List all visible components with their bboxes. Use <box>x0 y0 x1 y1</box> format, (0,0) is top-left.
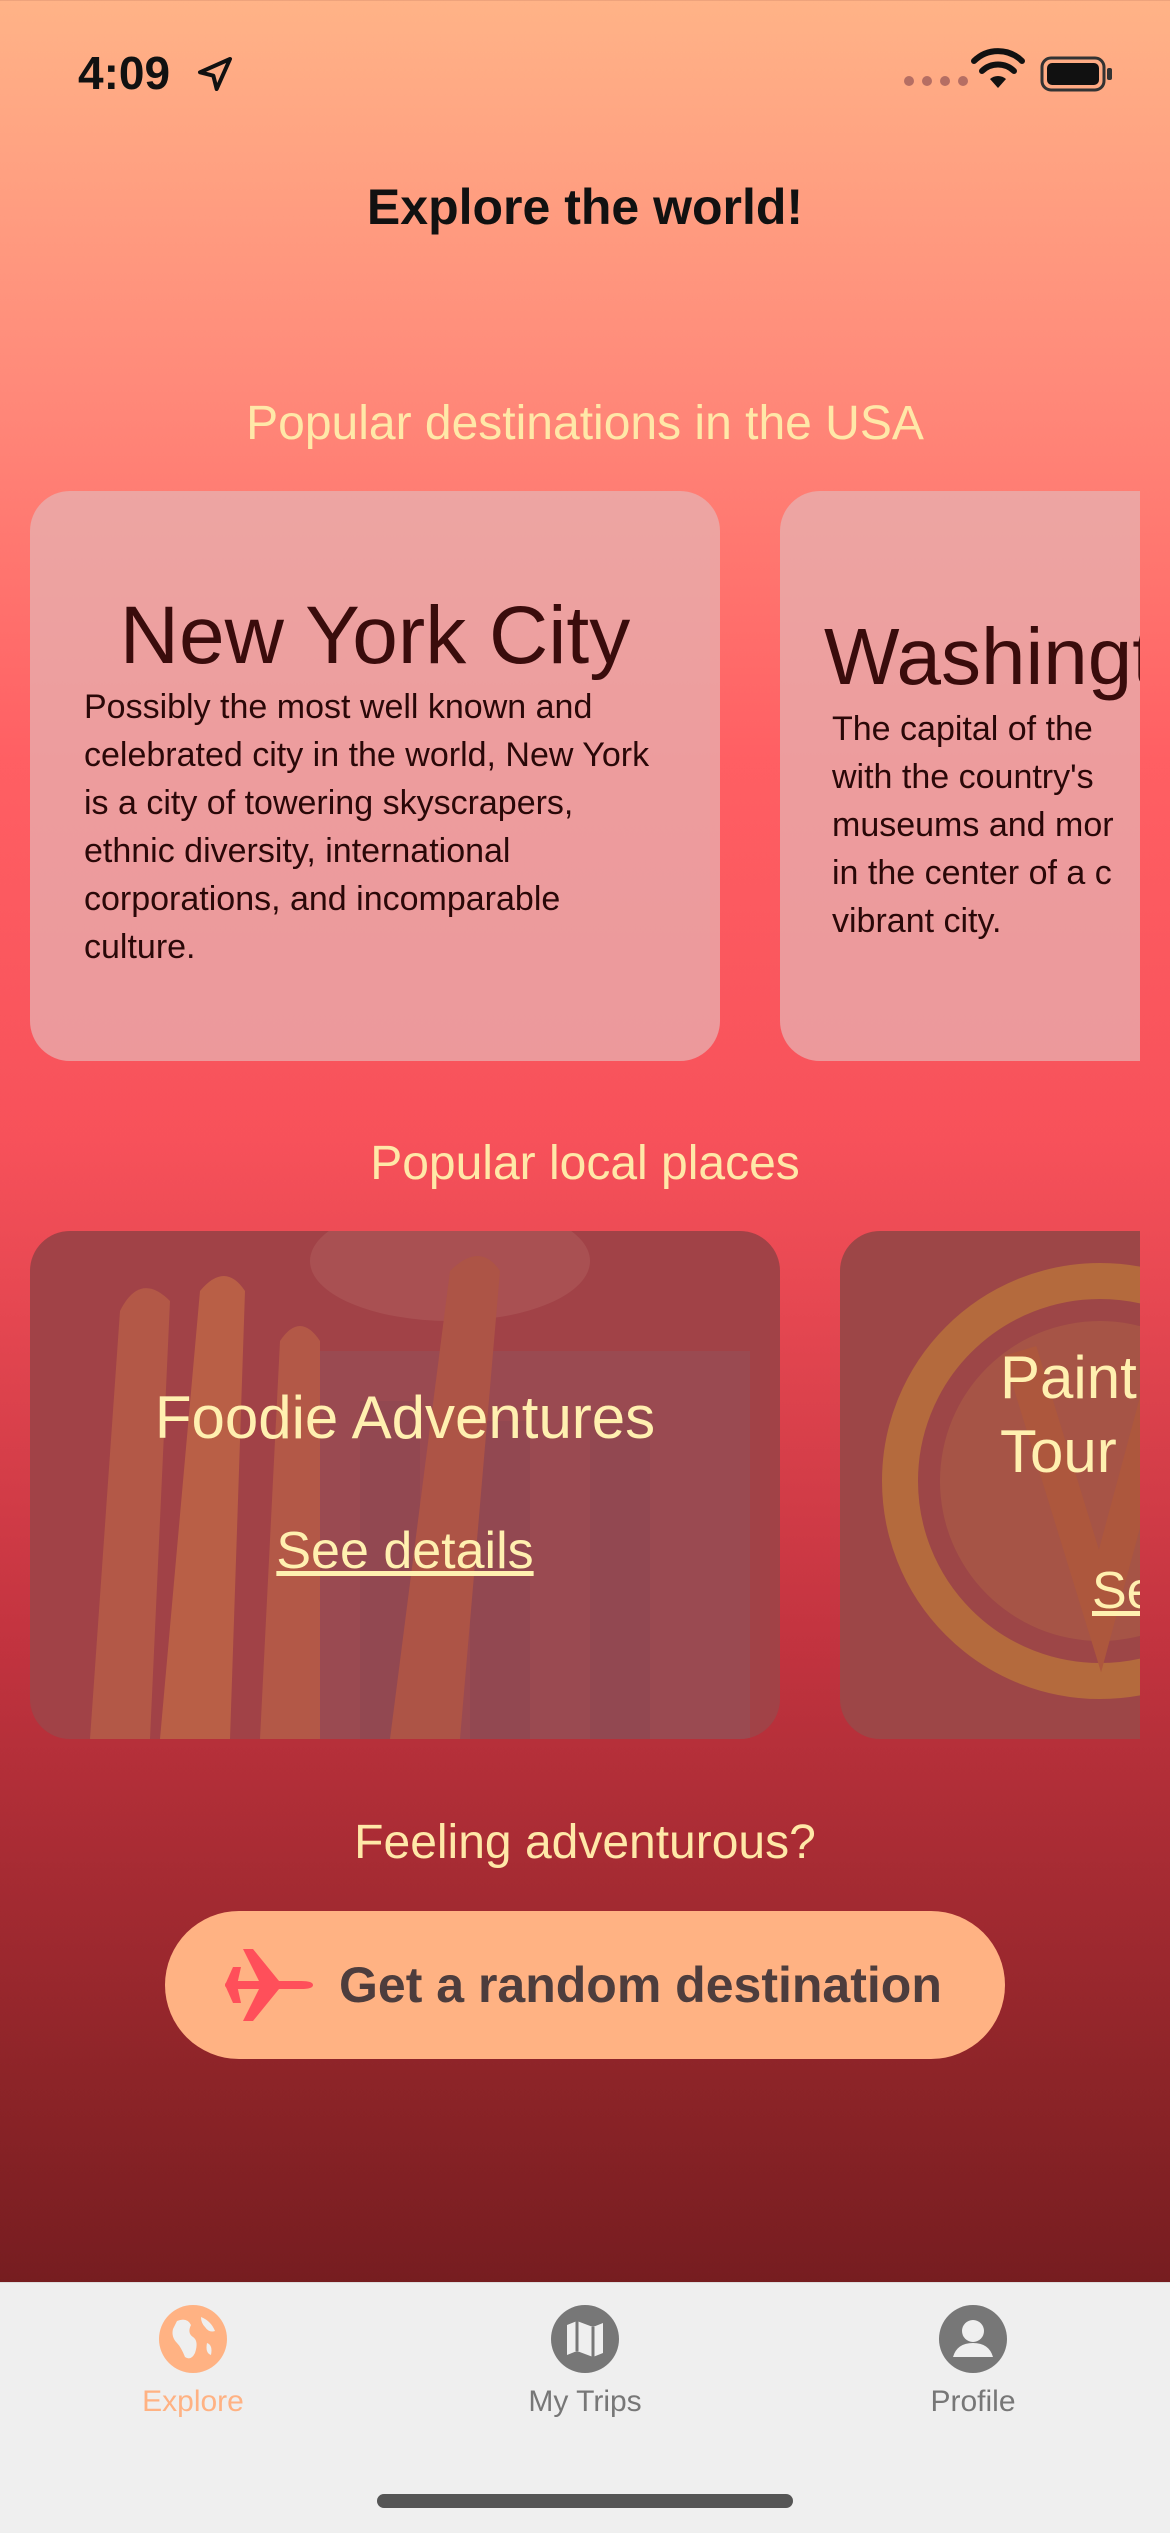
destinations-section-title: Popular destinations in the USA <box>246 397 924 450</box>
battery-icon <box>1040 56 1112 92</box>
adventure-section-title: Feeling adventurous? <box>354 1816 816 1869</box>
location-arrow-icon <box>198 57 232 91</box>
see-details-link[interactable]: Se <box>1092 1561 1140 1621</box>
destination-card-washington[interactable]: Washingt The capital of the with the cou… <box>780 491 1140 1061</box>
globe-icon <box>159 2305 227 2373</box>
see-details-link[interactable]: See details <box>30 1521 780 1581</box>
cellular-signal-icon <box>904 76 968 86</box>
destination-description: The capital of the with the country's mu… <box>832 710 1114 940</box>
destination-card-new-york[interactable]: New York City Possibly the most well kno… <box>30 491 720 1061</box>
place-name: Paint Tour <box>1000 1344 1137 1485</box>
tab-profile[interactable]: Profile <box>843 2303 1103 2419</box>
local-section-title: Popular local places <box>370 1137 800 1190</box>
place-name: Foodie Adventures <box>154 1384 656 1451</box>
tab-my-trips[interactable]: My Trips <box>455 2303 715 2419</box>
foodie-photo <box>30 1231 780 1739</box>
status-time: 4:09 <box>78 47 171 99</box>
wifi-icon <box>971 48 1025 88</box>
destination-description: Possibly the most well known and celebra… <box>84 688 650 966</box>
airplane-icon <box>225 1949 313 2021</box>
place-card-paint-tour[interactable]: Paint Tour Se <box>840 1231 1140 1739</box>
home-indicator[interactable] <box>377 2494 793 2508</box>
place-card-foodie[interactable]: Foodie Adventures See details <box>30 1231 780 1739</box>
map-icon <box>551 2305 619 2373</box>
status-bar: 4:09 <box>0 0 1170 150</box>
tab-explore[interactable]: Explore <box>63 2303 323 2419</box>
tab-label: Explore <box>142 2385 244 2418</box>
destination-name: Washingt <box>824 612 1140 701</box>
random-destination-label: Get a random destination <box>339 1957 942 2013</box>
person-icon <box>939 2305 1007 2373</box>
destination-name: New York City <box>119 590 631 681</box>
page-title: Explore the world! <box>366 179 804 235</box>
tab-label: Profile <box>930 2385 1016 2418</box>
random-destination-button[interactable]: Get a random destination <box>165 1911 1005 2059</box>
tab-label: My Trips <box>528 2385 642 2418</box>
